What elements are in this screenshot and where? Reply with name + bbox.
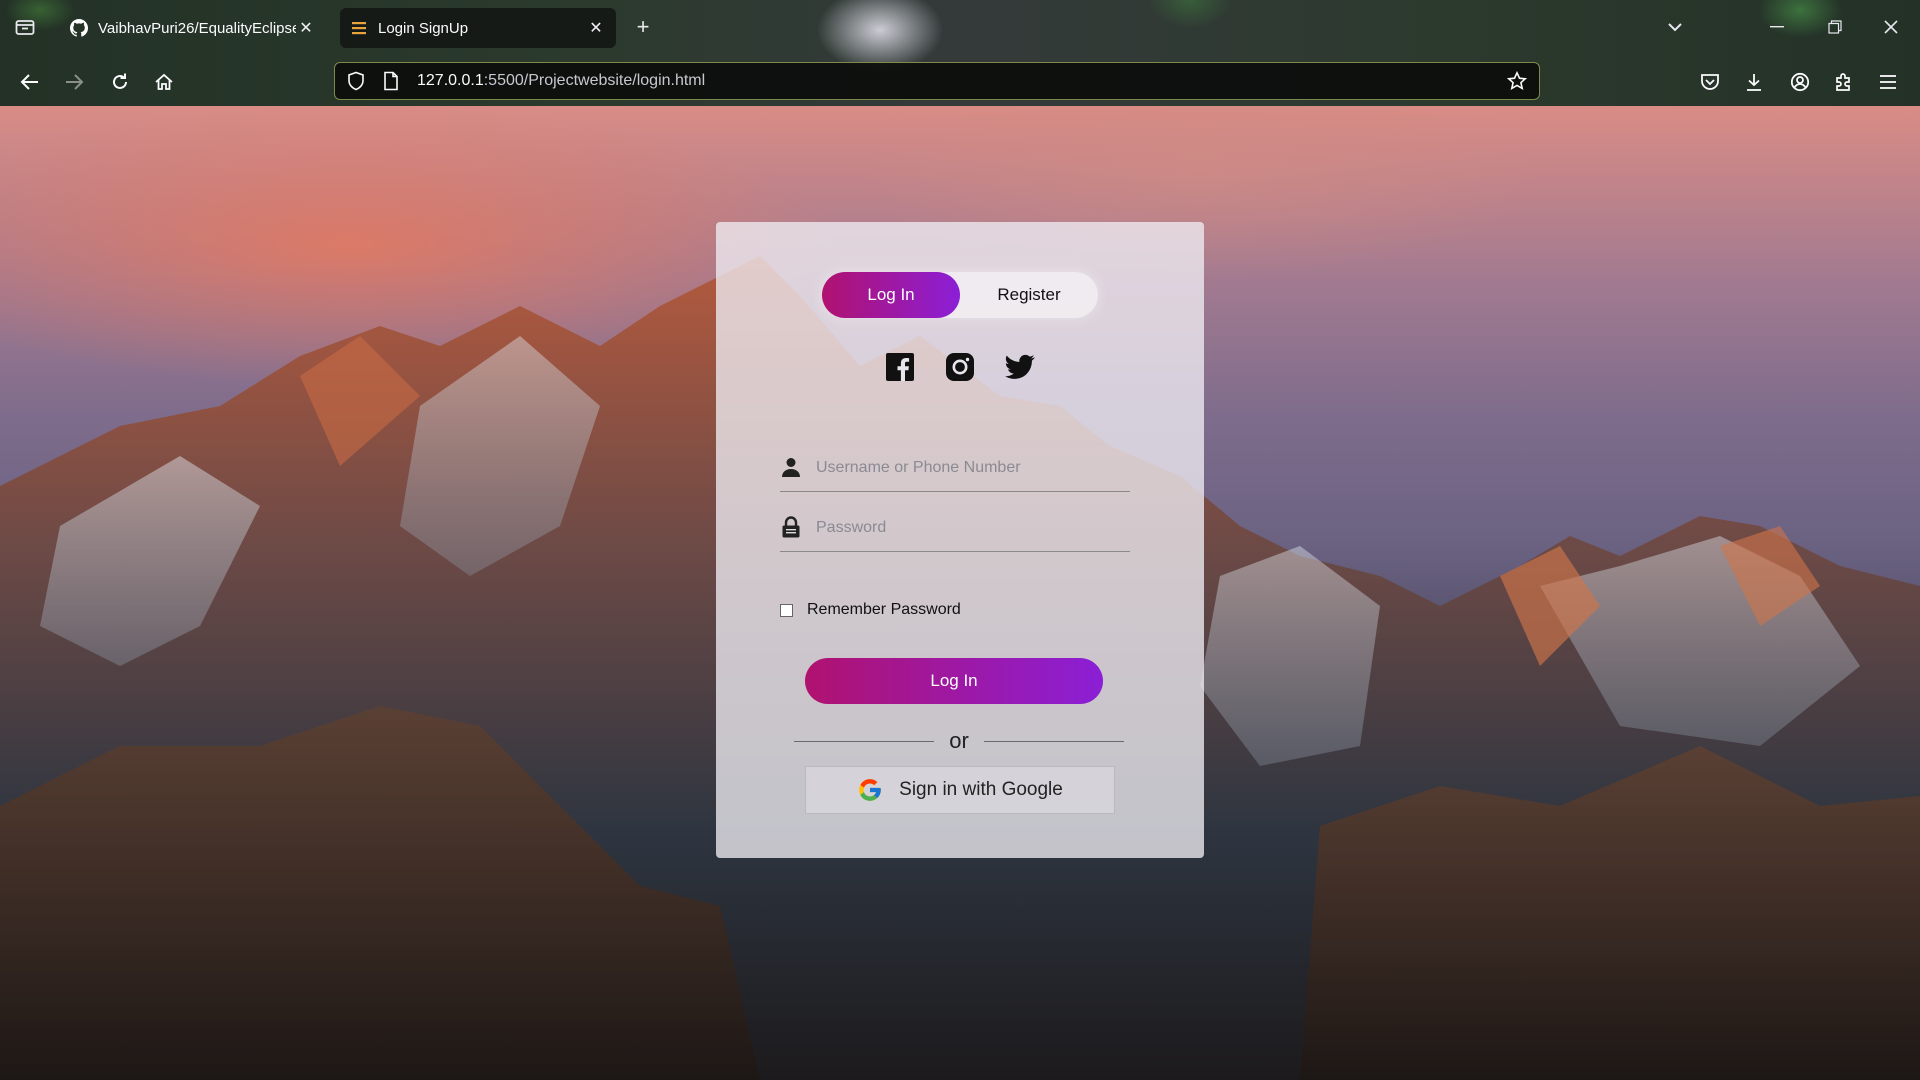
password-input[interactable] — [816, 514, 1116, 542]
page-icon[interactable] — [383, 71, 403, 91]
close-window-icon[interactable] — [1878, 14, 1904, 40]
or-divider: or — [794, 726, 1124, 756]
shield-icon[interactable] — [347, 71, 369, 91]
menu-icon[interactable] — [1874, 68, 1902, 96]
remember-label: Remember Password — [807, 601, 961, 618]
login-submit-button[interactable]: Log In — [805, 658, 1103, 704]
tab-login-signup[interactable]: Login SignUp ✕ — [340, 8, 616, 48]
auth-toggle: Log In Register — [822, 272, 1098, 318]
extensions-icon[interactable] — [1830, 68, 1858, 96]
tab-bar: VaibhavPuri26/EqualityEclipse ✕ Login Si… — [0, 0, 1920, 54]
facebook-icon[interactable] — [885, 352, 915, 382]
google-icon — [857, 777, 883, 803]
tab-close-icon[interactable]: ✕ — [296, 18, 316, 38]
tab-title: VaibhavPuri26/EqualityEclipse — [98, 19, 296, 37]
url-bar[interactable]: 127.0.0.1:5500/Projectwebsite/login.html — [334, 62, 1540, 100]
username-input[interactable] — [816, 454, 1116, 482]
toggle-register-button[interactable]: Register — [960, 272, 1098, 318]
page-viewport: Log In Register Username or Phone Number… — [0, 106, 1920, 1080]
restore-icon[interactable] — [1822, 14, 1848, 40]
login-card: Log In Register Username or Phone Number… — [716, 222, 1204, 858]
google-signin-button[interactable]: Sign in with Google — [805, 766, 1115, 814]
minimize-icon[interactable] — [1764, 14, 1790, 40]
tab-github[interactable]: VaibhavPuri26/EqualityEclipse ✕ — [60, 8, 326, 48]
tab-list-icon[interactable] — [12, 14, 38, 40]
nav-bar: 127.0.0.1:5500/Projectwebsite/login.html — [0, 58, 1920, 106]
tab-title: Login SignUp — [378, 19, 469, 37]
tab-close-icon[interactable]: ✕ — [586, 18, 606, 38]
bookmark-star-icon[interactable] — [1507, 71, 1527, 91]
twitter-icon[interactable] — [1005, 352, 1035, 382]
new-tab-icon[interactable]: + — [630, 14, 656, 40]
browser-chrome: VaibhavPuri26/EqualityEclipse ✕ Login Si… — [0, 0, 1920, 106]
user-icon — [780, 456, 802, 478]
url-path: :5500/Projectwebsite/login.html — [483, 72, 706, 89]
reload-icon[interactable] — [106, 68, 134, 96]
lock-icon — [780, 516, 802, 538]
github-icon — [70, 19, 88, 37]
username-field — [780, 442, 1130, 492]
remember-checkbox[interactable] — [780, 603, 793, 617]
toggle-login-button[interactable]: Log In — [822, 272, 960, 318]
instagram-icon[interactable] — [945, 352, 975, 382]
password-field — [780, 502, 1130, 552]
back-icon[interactable] — [16, 68, 44, 96]
url-host: 127.0.0.1 — [417, 72, 484, 89]
divider-line — [984, 741, 1124, 742]
google-signin-label: Sign in with Google — [899, 779, 1063, 800]
pocket-icon[interactable] — [1696, 68, 1724, 96]
forward-icon[interactable] — [60, 68, 88, 96]
account-icon[interactable] — [1786, 68, 1814, 96]
download-icon[interactable] — [1740, 68, 1768, 96]
remember-password: Remember Password — [780, 601, 961, 619]
home-icon[interactable] — [150, 68, 178, 96]
chevron-down-icon[interactable] — [1662, 14, 1688, 40]
social-icons — [716, 352, 1204, 382]
page-lines-icon — [350, 19, 368, 37]
